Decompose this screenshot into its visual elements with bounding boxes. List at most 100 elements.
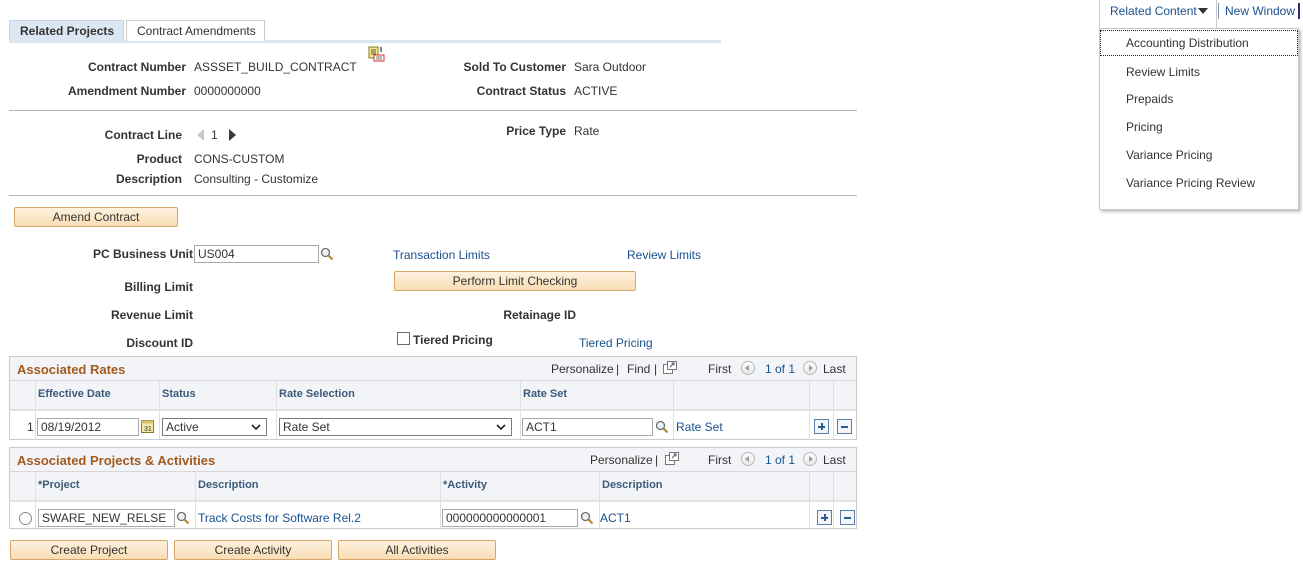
rate-set-input[interactable]: ACT1 [522, 418, 653, 436]
search-icon[interactable] [320, 247, 334, 261]
sold-to-customer-value: Sara Outdoor [574, 60, 647, 74]
col-project[interactable]: *Project [38, 479, 80, 491]
contract-number-label: Contract Number [87, 60, 186, 74]
description-label: Description [115, 172, 182, 186]
perform-limit-checking-button[interactable]: Perform Limit Checking [394, 271, 636, 291]
associated-rates-title: Associated Rates [17, 362, 126, 377]
separator: | [655, 453, 659, 467]
menu-item-prepaids[interactable]: Prepaids [1126, 92, 1173, 106]
product-value: CONS-CUSTOM [194, 152, 285, 166]
find-link[interactable]: Find [627, 362, 650, 376]
activity-input[interactable]: 000000000000001 [442, 509, 578, 527]
status-select[interactable]: Active [162, 418, 267, 436]
col-project-description[interactable]: Description [198, 479, 259, 491]
amendment-number-value: 0000000000 [194, 84, 261, 98]
create-activity-button[interactable]: Create Activity [174, 540, 332, 560]
sold-to-customer-label: Sold To Customer [463, 60, 566, 74]
delete-row-button[interactable] [840, 510, 855, 525]
rate-selection-select[interactable]: Rate Set [279, 418, 512, 436]
menu-item-review-limits[interactable]: Review Limits [1126, 65, 1200, 79]
contract-line-label: Contract Line [104, 128, 182, 142]
tiered-pricing-link[interactable]: Tiered Pricing [579, 336, 653, 350]
add-row-button[interactable] [817, 510, 832, 525]
description-value: Consulting - Customize [194, 172, 319, 186]
menu-item-variance-pricing-review[interactable]: Variance Pricing Review [1126, 176, 1255, 190]
tab-contract-amendments[interactable]: Contract Amendments [126, 20, 265, 41]
column-headers: *Project Description *Activity Descripti… [10, 472, 856, 502]
first-label: First [708, 362, 732, 376]
related-content-menu: Accounting Distribution Review Limits Pr… [1099, 28, 1299, 210]
divider [9, 110, 857, 111]
view-all-icon[interactable] [663, 361, 677, 374]
menu-item-accounting-distribution[interactable]: Accounting Distribution [1100, 30, 1298, 56]
separator [1218, 3, 1219, 19]
discount-id-label: Discount ID [126, 336, 193, 350]
row-select-radio[interactable] [19, 512, 32, 525]
activity-description-link[interactable]: ACT1 [600, 511, 631, 525]
first-label: First [708, 453, 732, 467]
separator [1298, 3, 1300, 19]
rate-selection-value: Rate Set [283, 420, 330, 434]
project-description-link[interactable]: Track Costs for Software Rel.2 [198, 511, 361, 525]
tab-related-projects[interactable]: Related Projects [9, 20, 124, 41]
new-window-link[interactable]: New Window [1225, 4, 1295, 18]
personalize-link[interactable]: Personalize [551, 362, 614, 376]
create-project-button[interactable]: Create Project [10, 540, 168, 560]
search-icon[interactable] [176, 511, 190, 525]
grid-header: Associated Projects & Activities Persona… [10, 448, 856, 472]
search-icon[interactable] [655, 420, 669, 434]
related-content-button[interactable]: Related Content [1099, 0, 1217, 28]
col-activity[interactable]: *Activity [443, 479, 487, 491]
view-all-icon[interactable] [665, 452, 679, 465]
search-icon[interactable] [580, 511, 594, 525]
tiered-pricing-checkbox[interactable] [397, 332, 410, 345]
transaction-limits-link[interactable]: Transaction Limits [393, 248, 490, 262]
previous-line-icon[interactable] [197, 129, 205, 141]
associated-projects-grid: Associated Projects & Activities Persona… [9, 447, 857, 529]
project-input[interactable]: SWARE_NEW_RELSE [38, 509, 175, 527]
next-row-icon[interactable] [803, 361, 817, 375]
contract-line-value: 1 [211, 128, 218, 142]
menu-item-pricing[interactable]: Pricing [1126, 120, 1163, 134]
col-rate-selection[interactable]: Rate Selection [279, 388, 355, 400]
menu-item-variance-pricing[interactable]: Variance Pricing [1126, 148, 1212, 162]
delete-row-button[interactable] [837, 419, 852, 434]
page-info: 1 of 1 [765, 362, 796, 376]
all-activities-button[interactable]: All Activities [338, 540, 496, 560]
billing-limit-label: Billing Limit [124, 280, 193, 294]
chevron-down-icon [496, 424, 506, 431]
previous-row-icon[interactable] [741, 452, 755, 466]
contract-status-label: Contract Status [476, 84, 566, 98]
grid-header: Associated Rates Personalize | Find | Fi… [10, 357, 856, 381]
calendar-icon[interactable]: 31 [141, 419, 154, 433]
personalize-link[interactable]: Personalize [590, 453, 653, 467]
associated-projects-title: Associated Projects & Activities [17, 453, 216, 468]
col-activity-description[interactable]: Description [602, 479, 663, 491]
next-row-icon[interactable] [803, 452, 817, 466]
col-effective-date[interactable]: Effective Date [38, 388, 111, 400]
effective-date-input[interactable]: 08/19/2012 [37, 418, 139, 436]
contract-status-value: ACTIVE [574, 84, 618, 98]
rate-set-link[interactable]: Rate Set [676, 420, 723, 434]
add-row-button[interactable] [814, 419, 829, 434]
price-type-value: Rate [574, 124, 600, 138]
pc-business-unit-label: PC Business Unit [92, 247, 193, 261]
amend-contract-button[interactable]: Amend Contract [14, 207, 178, 227]
contract-summary-icon[interactable] [368, 46, 386, 62]
chevron-down-icon [251, 424, 261, 431]
contract-number-value: ASSSET_BUILD_CONTRACT [194, 60, 357, 74]
retainage-id-label: Retainage ID [503, 308, 576, 322]
next-line-icon[interactable] [229, 129, 237, 141]
pc-business-unit-input[interactable]: US004 [194, 245, 319, 263]
row-number: 1 [27, 420, 34, 434]
separator: | [616, 362, 620, 376]
last-label: Last [823, 362, 846, 376]
divider [9, 195, 857, 196]
col-rate-set[interactable]: Rate Set [523, 388, 567, 400]
col-status[interactable]: Status [162, 388, 196, 400]
amendment-number-label: Amendment Number [67, 84, 186, 98]
review-limits-link[interactable]: Review Limits [627, 248, 701, 262]
svg-text:31: 31 [144, 426, 152, 433]
previous-row-icon[interactable] [741, 361, 755, 375]
revenue-limit-label: Revenue Limit [110, 308, 193, 322]
